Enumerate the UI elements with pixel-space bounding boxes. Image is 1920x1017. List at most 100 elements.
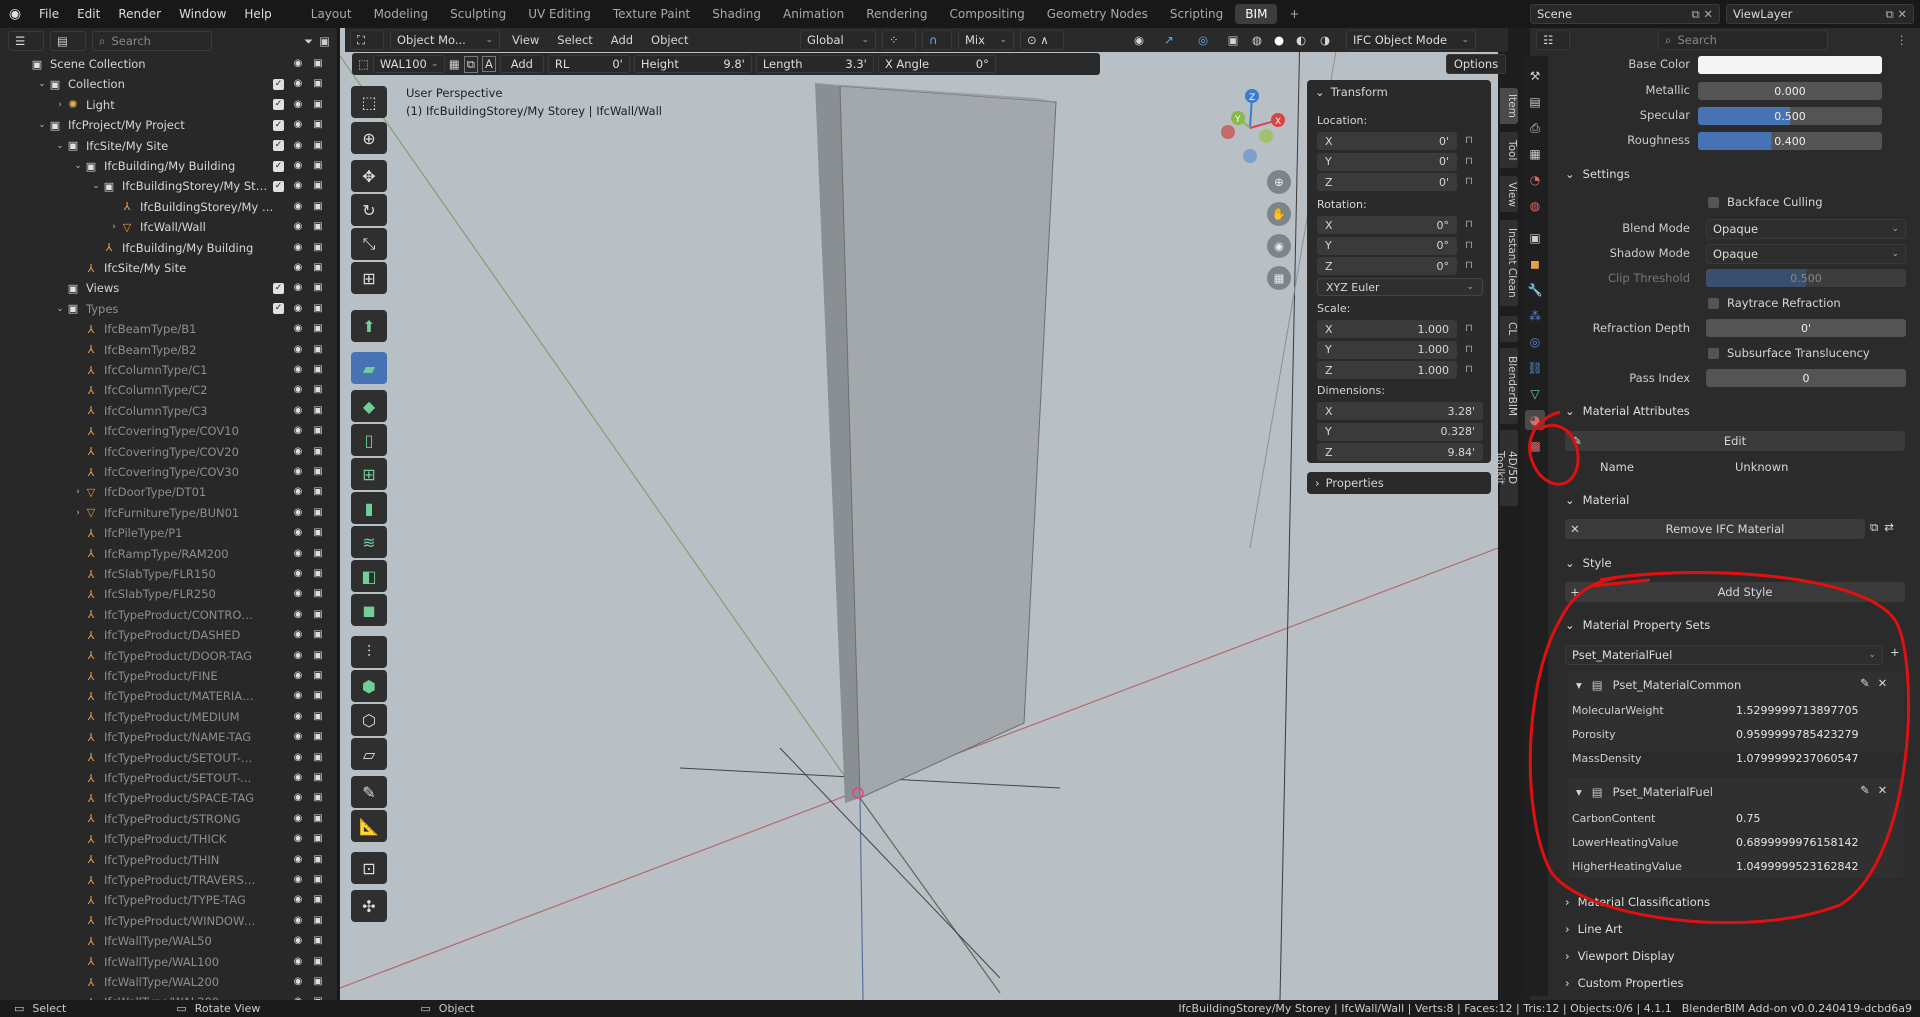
- location-z-field[interactable]: Z 0': [1317, 173, 1457, 191]
- expand-right-icon[interactable]: ›: [72, 487, 84, 497]
- exclude-checkbox[interactable]: ✓: [273, 303, 284, 315]
- browse-type-icon[interactable]: ▦: [449, 57, 460, 71]
- outliner-row[interactable]: › ✺ Light ✓ ◉ ▣: [0, 95, 338, 115]
- pset-property-row[interactable]: Porosity 0.9599999785423279: [1572, 724, 1902, 744]
- eye-icon[interactable]: ◉: [292, 79, 304, 89]
- view-menu[interactable]: View: [506, 33, 545, 47]
- rotation-z-field[interactable]: Z 0°: [1317, 257, 1457, 275]
- outliner-row[interactable]: ⌄ ▣ IfcBuilding/My Building ✓ ◉ ▣: [0, 156, 338, 176]
- eye-icon[interactable]: ◉: [292, 59, 304, 69]
- workspace-tab-geometry-nodes[interactable]: Geometry Nodes: [1037, 4, 1158, 24]
- shadow-mode-dropdown[interactable]: Opaque ⌄: [1706, 244, 1906, 264]
- outliner-row[interactable]: ⌄ ▣ Collection ✓ ◉ ▣: [0, 74, 338, 94]
- camera-icon[interactable]: ▣: [312, 895, 324, 905]
- camera-icon[interactable]: ▣: [312, 936, 324, 946]
- add-style-button[interactable]: + Add Style: [1565, 582, 1905, 602]
- ifc-mode-dropdown[interactable]: IFC Object Mode ⌄: [1346, 30, 1476, 50]
- camera-icon[interactable]: ▣: [312, 79, 324, 89]
- properties-tab-scene-icon[interactable]: ◔: [1525, 170, 1545, 190]
- workspace-tab-rendering[interactable]: Rendering: [856, 4, 937, 24]
- slab-tool-icon[interactable]: ◆: [351, 390, 387, 422]
- exclude-checkbox[interactable]: ✓: [273, 180, 284, 192]
- xray-icon[interactable]: ▣: [1222, 33, 1244, 47]
- explore-tool-icon[interactable]: ⬆: [351, 310, 387, 342]
- edit-attributes-button[interactable]: ✎ Edit: [1565, 431, 1905, 451]
- camera-icon[interactable]: ▣: [312, 59, 324, 69]
- pset1-header[interactable]: ▾ ▤ Pset_MaterialCommon: [1576, 675, 1741, 695]
- expand-right-icon[interactable]: ›: [108, 222, 120, 232]
- orientation-dropdown[interactable]: Global ⌄: [800, 30, 876, 50]
- workspace-tab-texture-paint[interactable]: Texture Paint: [603, 4, 700, 24]
- camera-icon[interactable]: ▣: [312, 263, 324, 273]
- pencil-icon[interactable]: ✎: [1860, 783, 1870, 797]
- eye-icon[interactable]: ◉: [292, 365, 304, 375]
- add-workspace-button[interactable]: +: [1279, 4, 1309, 24]
- eye-icon[interactable]: ◉: [292, 895, 304, 905]
- gizmo-toggle-icon[interactable]: ↗: [1154, 33, 1184, 47]
- rotate-tool-icon[interactable]: ↻: [351, 194, 387, 226]
- outliner-row[interactable]: ⅄ IfcTypeProduct/TRAVERSE-POINT ◉ ▣: [0, 870, 338, 890]
- camera-icon[interactable]: ▣: [312, 222, 324, 232]
- outliner-row[interactable]: ⅄ IfcTypeProduct/THICK ◉ ▣: [0, 829, 338, 849]
- workspace-tab-bim[interactable]: BIM: [1235, 4, 1278, 24]
- eye-icon[interactable]: ◉: [292, 793, 304, 803]
- outliner-row[interactable]: ⅄ IfcTypeProduct/DOOR-TAG ◉ ▣: [0, 646, 338, 666]
- camera-icon[interactable]: ▣: [312, 385, 324, 395]
- rl-field[interactable]: RL 0': [547, 55, 630, 73]
- zoom-icon[interactable]: ⊕: [1267, 170, 1291, 194]
- camera-icon[interactable]: ▣: [312, 487, 324, 497]
- dimensions-x-field[interactable]: X 3.28': [1317, 402, 1483, 420]
- raytrace-checkbox[interactable]: Raytrace Refraction: [1708, 296, 1841, 310]
- view-layer-copy-icon[interactable]: ⧉ ✕: [1885, 7, 1907, 22]
- camera-icon[interactable]: ▣: [312, 589, 324, 599]
- object-menu[interactable]: Object: [645, 33, 694, 47]
- pin-icon[interactable]: ⋮: [1896, 33, 1908, 47]
- eye-icon[interactable]: ◉: [292, 650, 304, 661]
- settings-section[interactable]: ⌄ Settings: [1565, 163, 1910, 185]
- clip-threshold-slider[interactable]: 0.500: [1706, 269, 1906, 287]
- annotation-tool-icon[interactable]: ⬡: [351, 704, 387, 736]
- camera-icon[interactable]: ▣: [312, 201, 324, 212]
- workspace-tab-compositing[interactable]: Compositing: [939, 4, 1034, 24]
- pencil-icon[interactable]: ✎: [1860, 676, 1870, 690]
- dimensions-y-field[interactable]: Y 0.328': [1317, 422, 1483, 441]
- camera-icon[interactable]: ▣: [312, 834, 324, 844]
- roughness-slider[interactable]: 0.400: [1698, 132, 1882, 150]
- material-psets-section[interactable]: ⌄ Material Property Sets: [1565, 614, 1910, 636]
- exclude-checkbox[interactable]: ✓: [273, 160, 284, 172]
- window-tool-icon[interactable]: ⊞: [351, 458, 387, 490]
- workspace-tab-scripting[interactable]: Scripting: [1160, 4, 1233, 24]
- properties-editor-type[interactable]: ☷: [1536, 30, 1570, 50]
- transform-header[interactable]: ⌄ Transform: [1315, 85, 1388, 99]
- pan-hand-icon[interactable]: ✋: [1267, 202, 1291, 226]
- pset-property-row[interactable]: HigherHeatingValue 1.0499999523162842: [1572, 856, 1902, 876]
- outliner-row[interactable]: ⌄ ▣ IfcBuildingStorey/My Storey ✓ ◉ ▣: [0, 176, 338, 196]
- overlay-toggle-icon[interactable]: ◎: [1188, 33, 1218, 47]
- outliner-row[interactable]: ⅄ IfcWallType/WAL50 ◉ ▣: [0, 931, 338, 951]
- eye-icon[interactable]: ◉: [292, 507, 304, 518]
- eye-icon[interactable]: ◉: [292, 936, 304, 946]
- menu-window[interactable]: Window: [170, 7, 235, 21]
- eye-icon[interactable]: ◉: [292, 609, 304, 620]
- outliner-row[interactable]: ⅄ IfcCoveringType/COV10 ◉ ▣: [0, 421, 338, 441]
- scale-x-field[interactable]: X 1.000: [1317, 320, 1457, 338]
- editor-type-3d[interactable]: ⛶: [350, 30, 384, 50]
- outliner-row[interactable]: ⅄ IfcSite/My Site ◉ ▣: [0, 258, 338, 278]
- scene-selector[interactable]: Scene ⧉ ✕: [1530, 4, 1720, 24]
- sidebar-tab-item[interactable]: Item: [1500, 88, 1518, 124]
- properties-tab-render-icon[interactable]: ▤: [1525, 92, 1545, 112]
- outliner-row[interactable]: ⅄ IfcTypeProduct/DASHED ◉ ▣: [0, 625, 338, 645]
- stack-tool-icon[interactable]: ≋: [351, 526, 387, 558]
- eye-icon[interactable]: ◉: [292, 854, 304, 865]
- space-tool-icon[interactable]: ⬢: [351, 670, 387, 702]
- workspace-tab-modeling[interactable]: Modeling: [364, 4, 439, 24]
- add-menu[interactable]: Add: [605, 33, 639, 47]
- outliner-row[interactable]: ⅄ IfcTypeProduct/THIN ◉ ▣: [0, 850, 338, 870]
- eye-icon[interactable]: ◉: [292, 385, 304, 395]
- element-tool-icon[interactable]: ◼: [351, 594, 387, 626]
- pset-property-row[interactable]: MolecularWeight 1.5299999713897705: [1572, 700, 1902, 720]
- pset-property-row[interactable]: LowerHeatingValue 0.6899999976158142: [1572, 832, 1902, 852]
- eye-icon[interactable]: ◉: [292, 405, 304, 416]
- wall-tool-icon[interactable]: ▰: [351, 352, 387, 384]
- outliner-row[interactable]: › ▽ IfcDoorType/DT01 ◉ ▣: [0, 482, 338, 502]
